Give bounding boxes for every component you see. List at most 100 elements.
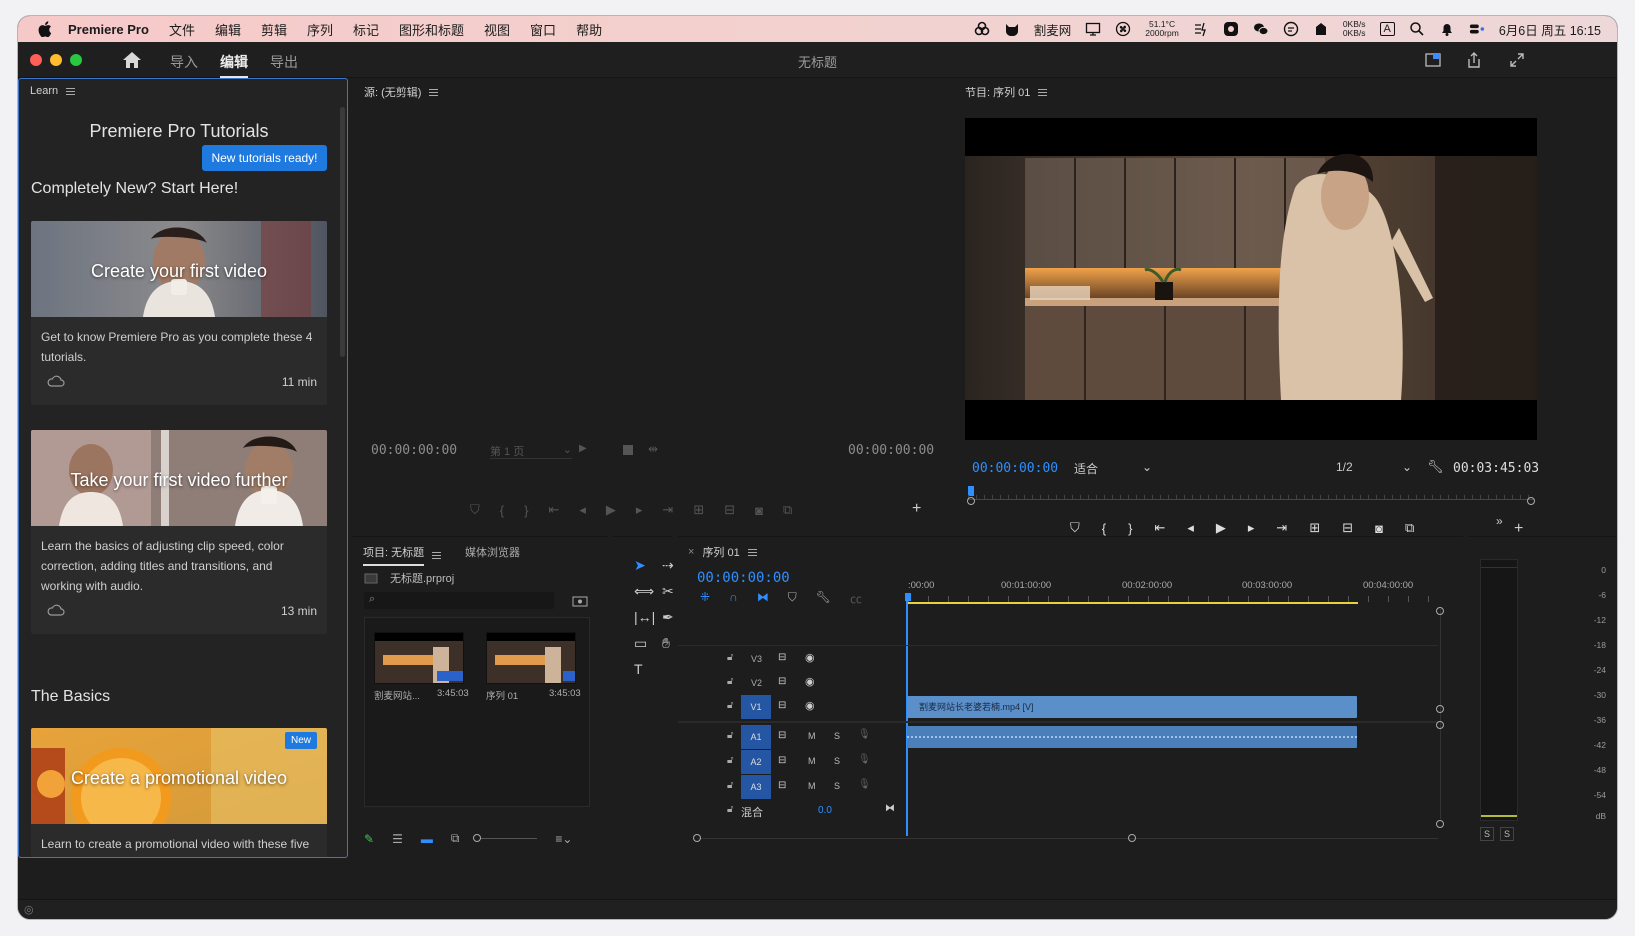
linked-selection-icon[interactable]: ⧓: [757, 590, 769, 607]
program-timecode[interactable]: 00:00:00:00: [972, 461, 1058, 476]
play-icon[interactable]: ▶: [606, 502, 616, 518]
lift-icon[interactable]: ⊞: [1309, 520, 1320, 536]
video-clip[interactable]: 割麦网站长老婆若楠.mp4 [V]: [907, 696, 1357, 718]
menu-markers[interactable]: 标记: [353, 20, 379, 39]
source-tab[interactable]: 源: (无剪辑): [364, 84, 439, 100]
step-back-icon[interactable]: ◂: [1187, 520, 1194, 536]
tutorial-card[interactable]: Create your first video Get to know Prem…: [31, 221, 327, 405]
go-to-in-icon[interactable]: ⇤: [548, 502, 559, 518]
sync-lock-icon[interactable]: ⊟: [778, 755, 786, 766]
track-name[interactable]: V1: [741, 695, 771, 719]
zoom-select[interactable]: 适合 ⌄: [1074, 460, 1152, 477]
track-name[interactable]: V3: [751, 654, 762, 664]
sync-lock-icon[interactable]: ⊟: [778, 730, 786, 741]
tab-import[interactable]: 导入: [170, 52, 198, 72]
mute-button[interactable]: M: [808, 756, 816, 766]
share-icon[interactable]: [1465, 51, 1483, 69]
icon-view-icon[interactable]: ▬: [421, 832, 433, 846]
program-tab[interactable]: 节目: 序列 01: [965, 84, 1048, 100]
wrench-icon[interactable]: 🔧︎: [1427, 459, 1444, 475]
mark-in-icon[interactable]: {: [500, 503, 504, 518]
solo-left-button[interactable]: S: [1480, 827, 1494, 841]
microphone-icon[interactable]: 🎙︎: [858, 779, 871, 790]
minimize-button[interactable]: [50, 54, 62, 66]
camera-icon[interactable]: ◙: [1375, 521, 1383, 536]
source-timecode-in[interactable]: 00:00:00:00: [371, 443, 457, 458]
av-divider[interactable]: [678, 721, 1438, 723]
step-forward-icon[interactable]: ▸: [636, 502, 643, 518]
close-tab-icon[interactable]: ×: [688, 546, 694, 558]
captions-icon[interactable]: ㏄: [850, 590, 862, 607]
app-menu[interactable]: Premiere Pro: [68, 22, 149, 37]
extract-icon[interactable]: ⊟: [1342, 520, 1353, 536]
scroll-handle[interactable]: [1436, 705, 1444, 713]
solo-button[interactable]: S: [834, 781, 840, 791]
step-back-icon[interactable]: ◂: [579, 502, 586, 518]
home-icon[interactable]: [121, 50, 143, 70]
scroll-handle[interactable]: [1436, 820, 1444, 828]
program-scrubber[interactable]: [968, 486, 1534, 500]
nest-icon[interactable]: ⁜: [700, 590, 710, 607]
snap-icon[interactable]: ∩: [729, 590, 738, 607]
media-browser-tab[interactable]: 媒体浏览器: [465, 544, 520, 560]
timeline-ruler[interactable]: :00:00 00:01:00:00 00:02:00:00 00:03:00:…: [908, 580, 1443, 610]
insert-icon[interactable]: ⊞: [693, 502, 704, 518]
bell-icon[interactable]: [1439, 21, 1455, 37]
sequence-thumbnail[interactable]: [486, 632, 576, 684]
overwrite-icon[interactable]: ⊟: [724, 502, 735, 518]
new-tutorials-button[interactable]: New tutorials ready!: [202, 145, 327, 171]
eye-icon[interactable]: ◉: [805, 699, 815, 712]
scroll-handle[interactable]: [1436, 721, 1444, 729]
project-search-input[interactable]: ⌕: [364, 592, 554, 609]
settings-icon[interactable]: [622, 444, 634, 456]
step-forward-icon[interactable]: ▸: [1248, 520, 1255, 536]
menu-sequence[interactable]: 序列: [307, 20, 333, 39]
horizontal-scrollbar[interactable]: [698, 838, 1438, 839]
mark-in-icon[interactable]: {: [1102, 521, 1106, 536]
marker-icon[interactable]: ⛉: [1070, 520, 1080, 536]
ripple-edit-icon[interactable]: ⟺: [634, 583, 662, 600]
playhead-handle[interactable]: [905, 593, 911, 601]
tutorial-card[interactable]: New Create a promotional video Learn to …: [31, 728, 327, 857]
lock-icon[interactable]: 🔓︎: [727, 804, 733, 815]
eye-icon[interactable]: ◉: [805, 651, 815, 664]
fit-icon[interactable]: ⇹: [648, 442, 658, 456]
sort-icon[interactable]: ≡⌄: [555, 832, 572, 846]
network-stats[interactable]: 0KB/s 0KB/s: [1343, 20, 1366, 38]
freeform-view-icon[interactable]: ⧉: [451, 831, 460, 846]
page-select[interactable]: 第 1 页 ⌄: [490, 443, 572, 459]
lock-icon[interactable]: 🔓︎: [727, 730, 733, 741]
power-icon[interactable]: [1193, 21, 1209, 37]
mark-out-icon[interactable]: }: [1128, 521, 1132, 536]
lock-icon[interactable]: 🔓︎: [727, 652, 733, 663]
zoom-handle-right[interactable]: [1128, 834, 1136, 842]
cat-icon[interactable]: [1004, 21, 1020, 37]
clip-thumbnail[interactable]: [374, 632, 464, 684]
work-area-bar[interactable]: [908, 602, 1358, 604]
compare-icon[interactable]: ⧉: [1405, 520, 1414, 536]
mute-button[interactable]: M: [808, 731, 816, 741]
menu-icon[interactable]: [429, 88, 439, 96]
new-bin-icon[interactable]: [572, 594, 588, 607]
sequence-tab[interactable]: × 序列 01: [688, 544, 757, 560]
sync-lock-icon[interactable]: ⊟: [778, 700, 786, 711]
learn-scrollbar[interactable]: [340, 107, 345, 357]
program-video[interactable]: [965, 118, 1537, 440]
track-name[interactable]: A3: [741, 775, 771, 799]
track-name[interactable]: A2: [741, 750, 771, 774]
solo-right-button[interactable]: S: [1500, 827, 1514, 841]
menu-icon[interactable]: [1038, 88, 1048, 96]
mute-button[interactable]: M: [808, 781, 816, 791]
status-icon[interactable]: ◎: [24, 903, 34, 916]
eye-icon[interactable]: ◉: [805, 675, 815, 688]
export-frame-icon[interactable]: ⧉: [783, 502, 792, 518]
menu-graphics[interactable]: 图形和标题: [399, 20, 464, 39]
chat-icon[interactable]: [1283, 21, 1299, 37]
play-icon[interactable]: ▶: [1216, 520, 1226, 536]
lock-icon[interactable]: 🔓︎: [727, 700, 733, 711]
sync-lock-icon[interactable]: ⊟: [778, 676, 786, 687]
track-name[interactable]: A1: [741, 725, 771, 749]
menu-window[interactable]: 窗口: [530, 20, 556, 39]
status-label[interactable]: 割麦网: [1034, 20, 1072, 39]
control-center-icon[interactable]: [1469, 21, 1485, 37]
